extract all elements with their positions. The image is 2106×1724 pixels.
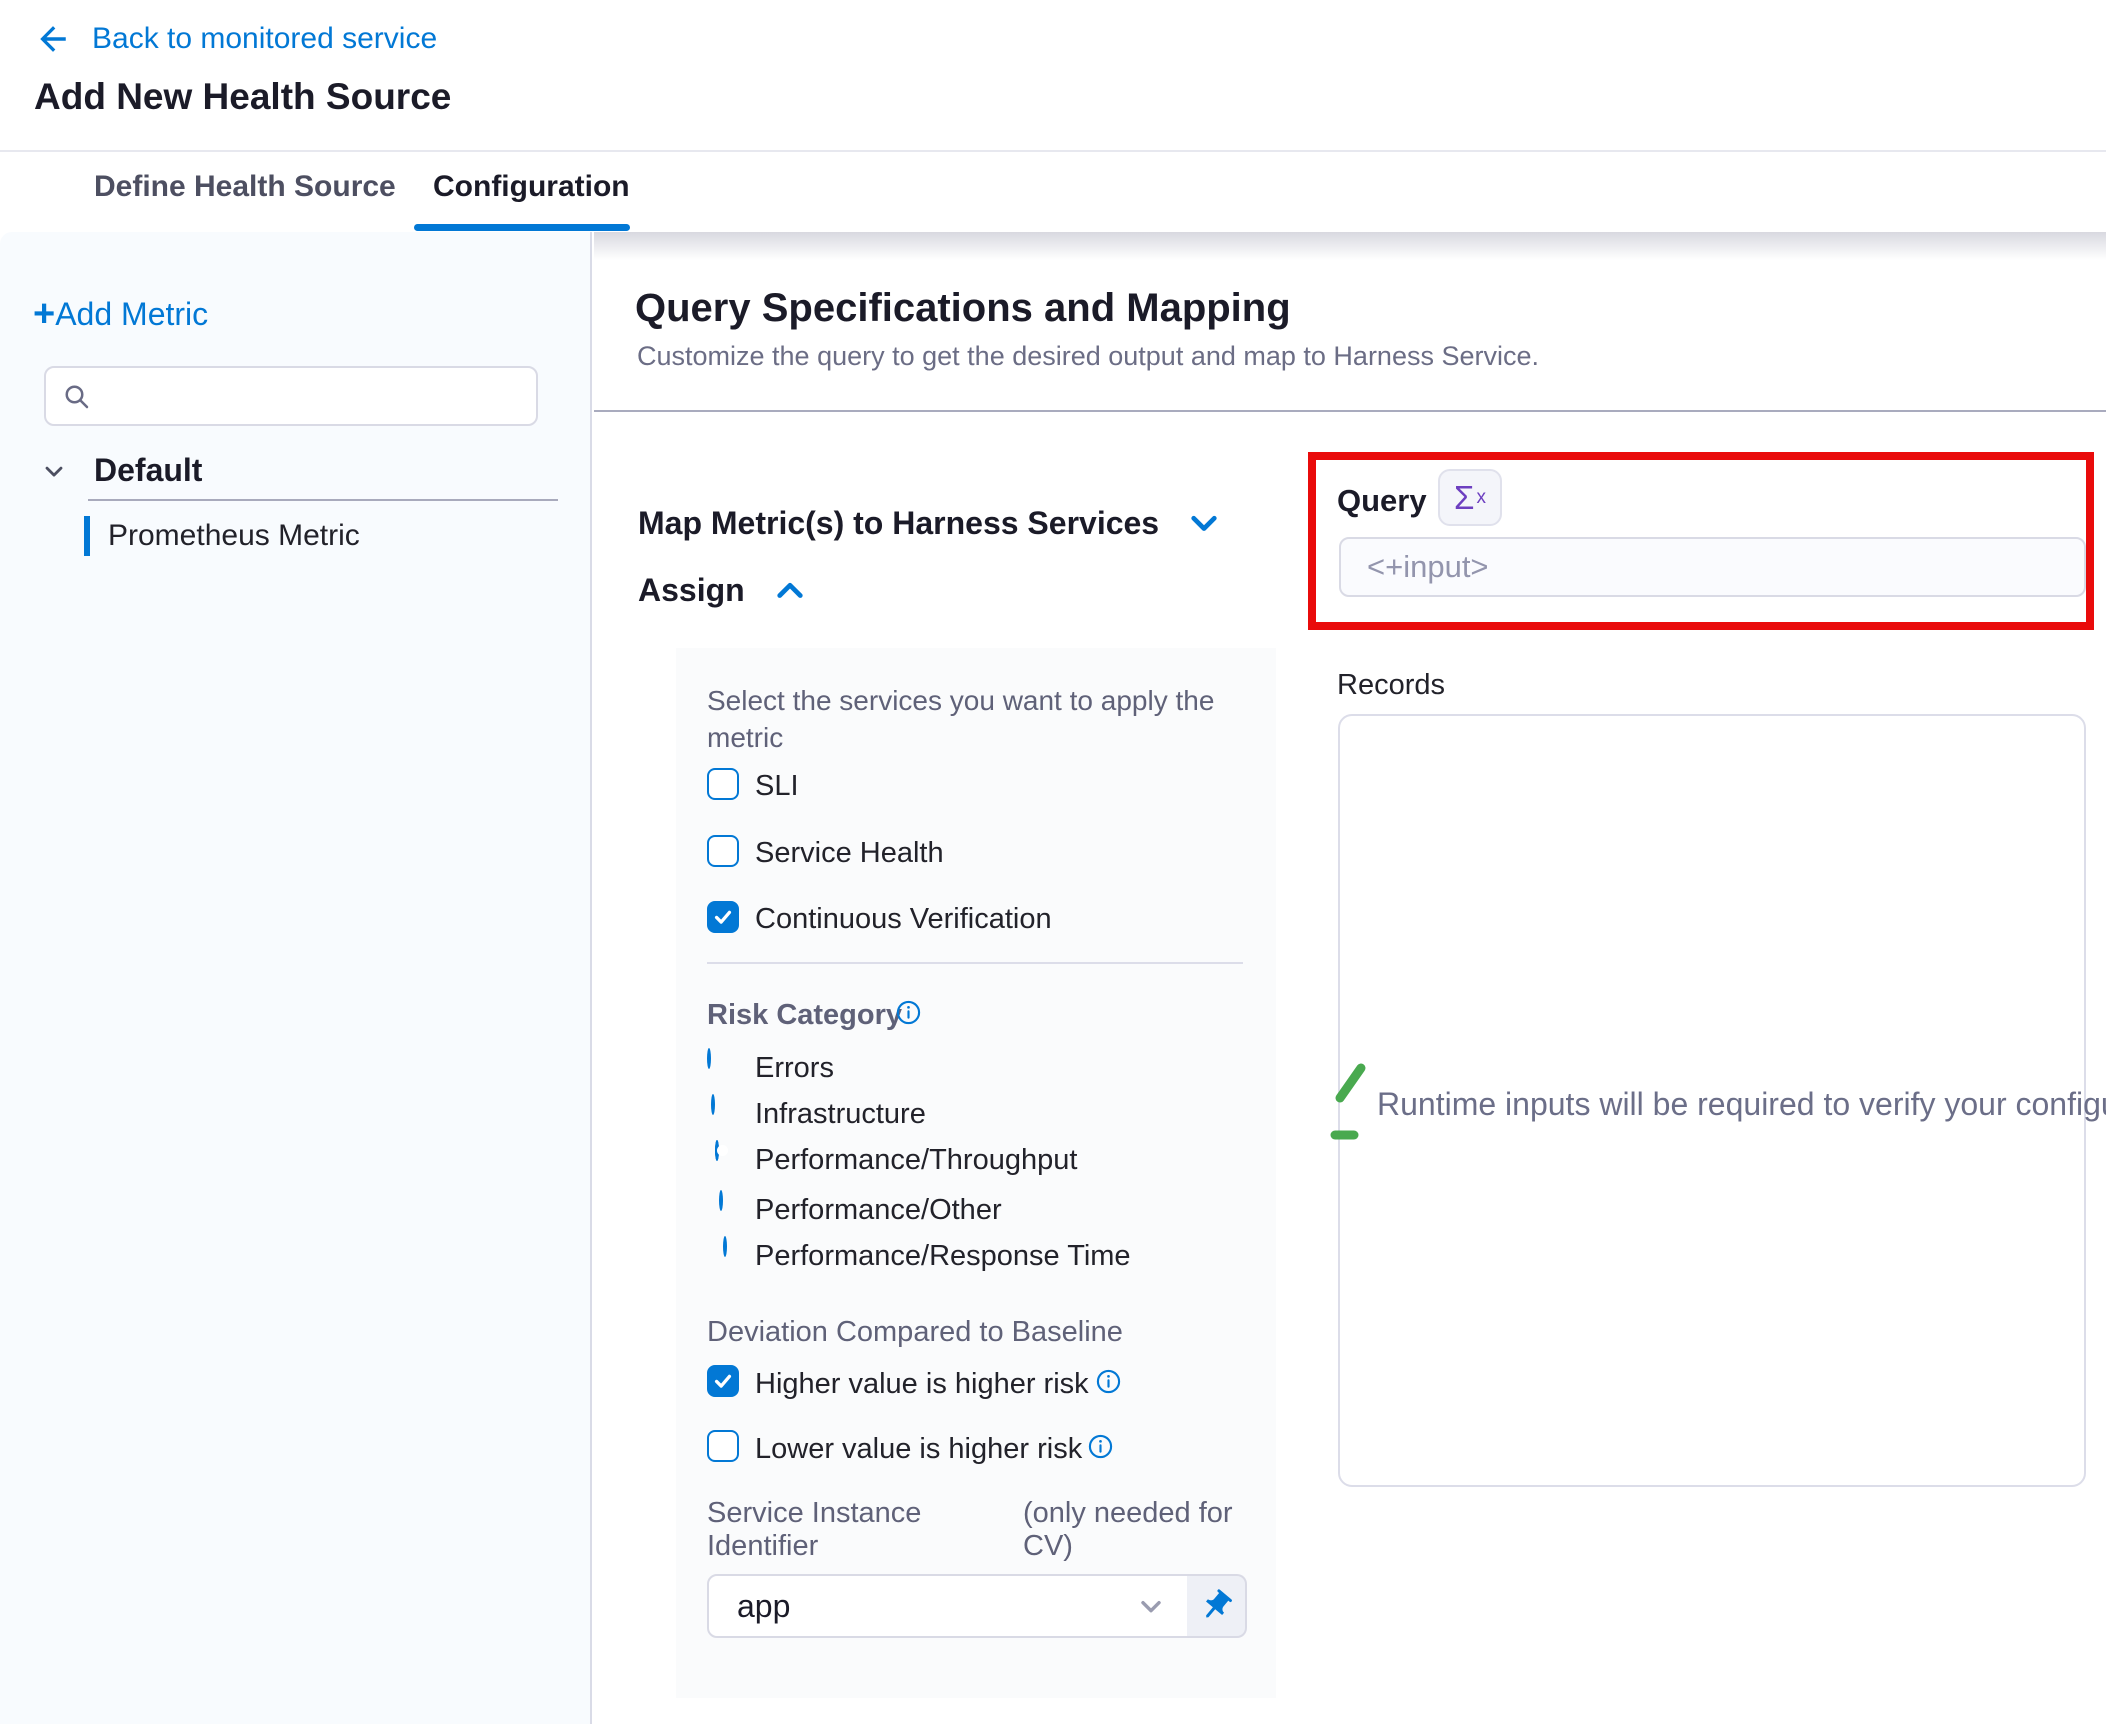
page-title: Add New Health Source <box>34 76 451 118</box>
risk-performance-throughput-label: Performance/Throughput <box>755 1144 1077 1176</box>
assign-section-toggle[interactable]: Assign <box>638 571 809 609</box>
active-tab-underline <box>414 224 630 231</box>
group-divider <box>88 499 558 501</box>
runtime-input-icon <box>1328 1058 1370 1144</box>
higher-value-label: Higher value is higher risk <box>755 1368 1089 1400</box>
add-metric-button[interactable]: + Add Metric <box>33 296 208 332</box>
service-health-label: Service Health <box>755 837 944 869</box>
tab-configuration[interactable]: Configuration <box>433 170 630 204</box>
runtime-inputs-message: Runtime inputs will be required to verif… <box>1377 1086 2106 1123</box>
selected-metric-indicator <box>84 516 90 556</box>
checkmark-icon <box>712 906 734 928</box>
deviation-label: Deviation Compared to Baseline <box>707 1316 1123 1349</box>
service-instance-label: Service Instance Identifier <box>707 1497 997 1563</box>
select-chevron-down-icon <box>1135 1590 1167 1622</box>
lower-value-info-icon[interactable] <box>1087 1433 1114 1460</box>
chevron-down-icon <box>1185 504 1223 542</box>
risk-performance-response-time-radio[interactable] <box>723 1236 727 1257</box>
service-instance-value: app <box>737 1588 1135 1625</box>
metric-group-default[interactable]: Default <box>40 452 202 489</box>
sigma-sup: x <box>1476 487 1486 509</box>
panel-divider <box>707 962 1243 964</box>
risk-category-label: Risk Category <box>707 999 902 1032</box>
add-metric-label: Add Metric <box>55 296 208 332</box>
group-chevron-down-icon <box>40 457 68 485</box>
sigma-glyph: Σ <box>1454 479 1474 517</box>
content-top-shadow <box>594 232 2106 260</box>
sli-label: SLI <box>755 770 799 802</box>
query-label: Query <box>1337 483 1427 519</box>
content-divider <box>594 410 2106 412</box>
records-label: Records <box>1337 669 1445 702</box>
risk-performance-other-label: Performance/Other <box>755 1194 1002 1226</box>
lower-value-label: Lower value is higher risk <box>755 1433 1082 1465</box>
risk-performance-throughput-radio[interactable] <box>715 1140 719 1161</box>
risk-errors-label: Errors <box>755 1052 834 1084</box>
runtime-input-pin-button[interactable] <box>1187 1574 1247 1638</box>
plus-icon: + <box>33 296 55 332</box>
map-metrics-label: Map Metric(s) to Harness Services <box>638 505 1159 542</box>
back-link-label: Back to monitored service <box>92 22 437 56</box>
higher-value-checkbox[interactable] <box>707 1365 739 1397</box>
expression-sigma-button[interactable]: Σx <box>1438 469 1502 526</box>
higher-value-info-icon[interactable] <box>1095 1368 1122 1395</box>
back-arrow-icon <box>36 22 70 56</box>
group-label: Default <box>94 452 202 489</box>
sli-checkbox[interactable] <box>707 768 739 800</box>
metric-search-box <box>44 366 538 426</box>
tab-define-health-source[interactable]: Define Health Source <box>94 170 396 204</box>
service-health-checkbox[interactable] <box>707 835 739 867</box>
risk-category-info-icon[interactable] <box>895 999 922 1026</box>
continuous-verification-checkbox[interactable] <box>707 901 739 933</box>
content-subheading: Customize the query to get the desired o… <box>637 341 1539 372</box>
pushpin-icon <box>1198 1588 1234 1624</box>
search-icon <box>62 382 92 417</box>
query-input[interactable] <box>1339 537 2086 597</box>
assign-label: Assign <box>638 572 745 609</box>
risk-errors-radio[interactable] <box>707 1048 711 1069</box>
service-instance-hint: (only needed for CV) <box>1023 1497 1273 1563</box>
metric-search-input[interactable] <box>106 372 526 420</box>
checkmark-icon <box>712 1370 734 1392</box>
metric-item-prometheus[interactable]: Prometheus Metric <box>108 519 360 553</box>
risk-performance-other-radio[interactable] <box>719 1190 723 1211</box>
risk-infrastructure-radio[interactable] <box>711 1094 715 1115</box>
chevron-up-icon <box>771 571 809 609</box>
header-divider <box>0 150 2106 152</box>
add-health-source-page: Back to monitored service Add New Health… <box>0 0 2106 1724</box>
risk-performance-response-time-label: Performance/Response Time <box>755 1240 1131 1272</box>
back-to-monitored-service-link[interactable]: Back to monitored service <box>36 22 437 56</box>
service-instance-select[interactable]: app <box>707 1574 1189 1638</box>
risk-infrastructure-label: Infrastructure <box>755 1098 926 1130</box>
content-heading: Query Specifications and Mapping <box>635 286 1291 331</box>
continuous-verification-label: Continuous Verification <box>755 903 1052 935</box>
services-prompt: Select the services you want to apply th… <box>707 682 1227 756</box>
lower-value-checkbox[interactable] <box>707 1430 739 1462</box>
map-metrics-section-toggle[interactable]: Map Metric(s) to Harness Services <box>638 504 1223 542</box>
